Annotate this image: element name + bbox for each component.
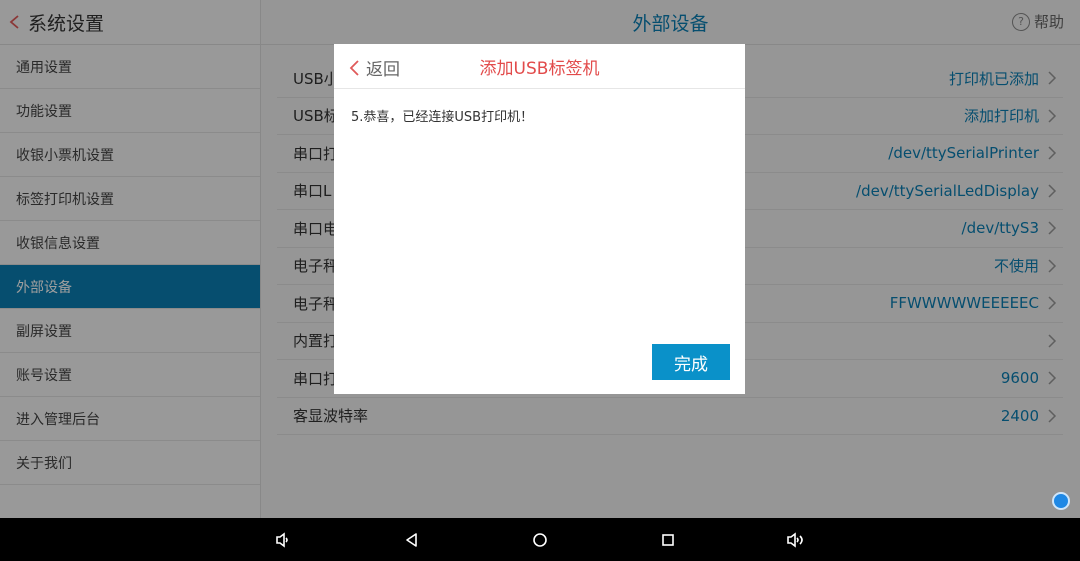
recents-icon bbox=[662, 534, 674, 546]
home-button[interactable] bbox=[528, 528, 552, 552]
dialog-back-label: 返回 bbox=[366, 60, 400, 80]
back-button[interactable] bbox=[400, 528, 424, 552]
dialog-back-button[interactable]: 返回 bbox=[348, 55, 400, 80]
dialog-header: 返回 添加USB标签机 bbox=[334, 44, 745, 89]
volume-down-button[interactable] bbox=[271, 528, 295, 552]
chevron-left-icon bbox=[349, 59, 359, 76]
system-navigation-bar bbox=[0, 518, 1080, 561]
recents-button[interactable] bbox=[656, 528, 680, 552]
add-usb-label-printer-dialog: 返回 添加USB标签机 5.恭喜，已经连接USB打印机！ 完成 bbox=[334, 44, 745, 394]
dialog-message: 5.恭喜，已经连接USB打印机！ bbox=[351, 110, 534, 125]
volume-up-icon bbox=[787, 532, 803, 548]
volume-down-icon bbox=[276, 532, 288, 548]
back-icon bbox=[406, 533, 417, 547]
done-button[interactable]: 完成 bbox=[652, 344, 730, 380]
home-icon bbox=[533, 533, 547, 547]
floating-assistive-dot[interactable] bbox=[1052, 492, 1070, 510]
volume-up-button[interactable] bbox=[784, 528, 808, 552]
app-window: 系统设置 通用设置 功能设置 收银小票机设置 标签打印机设置 收银信息设置 外部… bbox=[0, 0, 1080, 518]
